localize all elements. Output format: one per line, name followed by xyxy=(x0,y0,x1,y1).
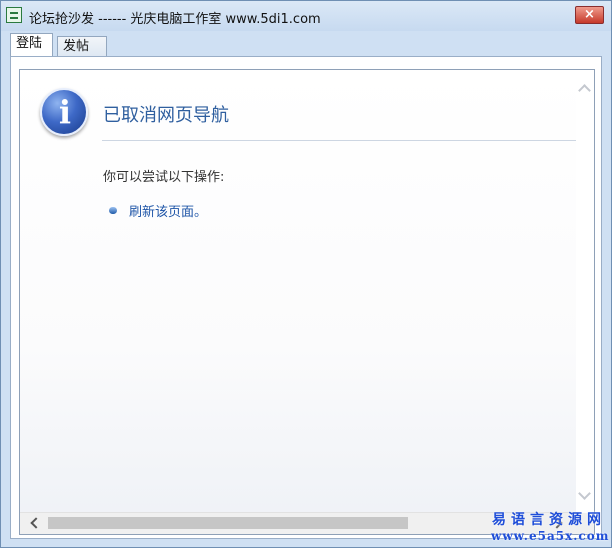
title-bar: 论坛抢沙发 ------ 光庆电脑工作室 www.5di1.com × xyxy=(1,1,611,31)
scrollbar-corner xyxy=(576,513,594,534)
tab-login[interactable]: 登陆 xyxy=(10,33,53,58)
bullet-icon xyxy=(109,207,117,214)
app-icon xyxy=(6,7,22,23)
tab-panel: i 已取消网页导航 你可以尝试以下操作: 刷新该页面。 xyxy=(10,56,602,539)
app-window: 论坛抢沙发 ------ 光庆电脑工作室 www.5di1.com × 登陆 发… xyxy=(0,0,612,548)
close-icon: × xyxy=(584,7,595,22)
info-icon: i xyxy=(40,88,88,136)
refresh-page-link[interactable]: 刷新该页面。 xyxy=(129,201,207,220)
window-title: 论坛抢沙发 ------ 光庆电脑工作室 www.5di1.com xyxy=(29,12,321,27)
web-browser-view[interactable]: i 已取消网页导航 你可以尝试以下操作: 刷新该页面。 xyxy=(19,69,595,535)
suggestion-text: 你可以尝试以下操作: xyxy=(103,170,225,185)
vertical-scrollbar[interactable] xyxy=(576,70,594,514)
horizontal-scroll-thumb[interactable] xyxy=(48,517,408,529)
scroll-left-icon[interactable] xyxy=(30,517,42,529)
horizontal-scrollbar[interactable] xyxy=(20,512,578,534)
scroll-up-icon[interactable] xyxy=(578,84,591,97)
heading-divider xyxy=(102,140,578,141)
scroll-down-icon[interactable] xyxy=(578,487,591,500)
scroll-right-icon[interactable] xyxy=(551,517,563,529)
tab-post[interactable]: 发帖 xyxy=(57,36,107,58)
close-button[interactable]: × xyxy=(575,6,604,24)
navigation-canceled-heading: 已取消网页导航 xyxy=(103,105,229,126)
